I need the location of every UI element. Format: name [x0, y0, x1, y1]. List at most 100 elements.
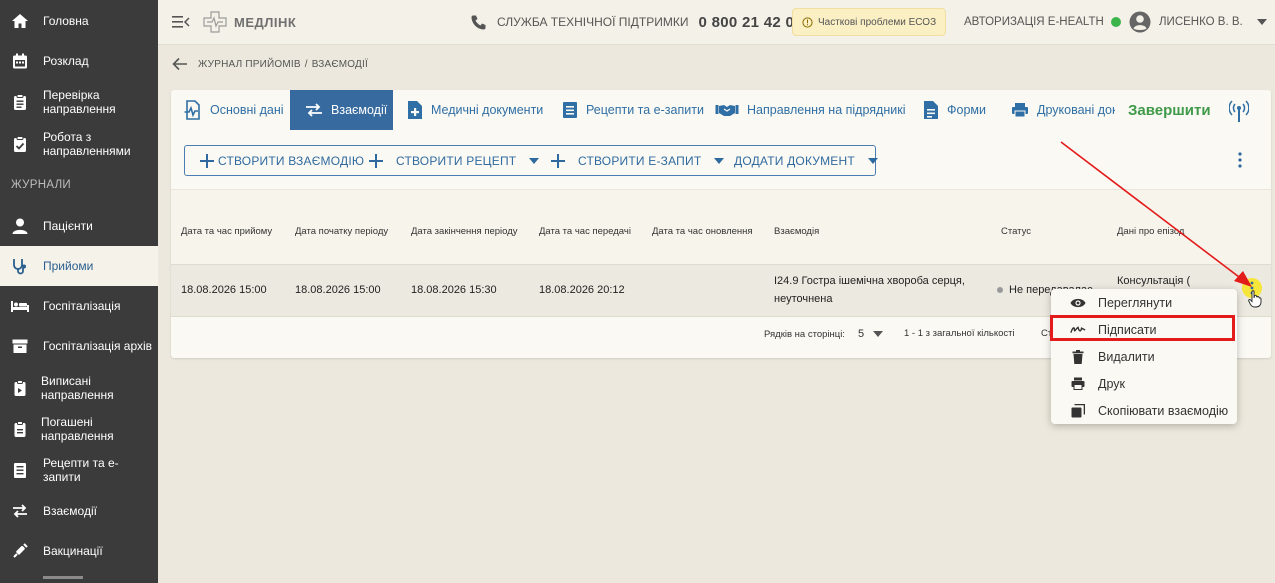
bed-icon [10, 296, 30, 316]
mouse-cursor [1248, 290, 1262, 313]
broadcast-signal-icon [1228, 100, 1250, 122]
back-arrow-icon[interactable] [172, 57, 188, 71]
sidebar-item-label: Виписані направлення [41, 374, 114, 402]
sidebar-item-referral-work[interactable]: Робота з направленнями [0, 126, 158, 162]
tab-label: Взаємодії [331, 103, 388, 117]
chevron-down-icon [714, 157, 725, 164]
sidebar-item-home[interactable]: Головна [0, 5, 158, 37]
sidebar-item-visits[interactable]: Прийоми [0, 246, 158, 286]
menu-item-delete[interactable]: Видалити [1051, 343, 1237, 370]
column-header[interactable]: Дата та час прийому [181, 224, 272, 239]
ecoz-status[interactable]: Часткові проблеми ЕСОЗ [792, 0, 947, 44]
receipt-icon [562, 101, 578, 119]
create-prescription-button[interactable]: СТВОРИТИ РЕЦЕПТ [369, 146, 540, 175]
menu-item-print[interactable]: Друк [1051, 370, 1237, 397]
warning-badge[interactable]: Часткові проблеми ЕСОЗ [792, 8, 947, 36]
column-header[interactable]: Взаємодія [774, 224, 819, 239]
stethoscope-icon [10, 256, 30, 276]
user-name: ЛИСЕНКО В. В. [1159, 16, 1243, 28]
sidebar-item-label: Госпіталізація [43, 299, 121, 313]
highlight-box [1050, 315, 1235, 341]
menu-collapse-button[interactable] [172, 0, 190, 44]
column-header[interactable]: Дата та час оновлення [652, 224, 753, 239]
plus-icon [369, 153, 383, 168]
support-label: СЛУЖБА ТЕХНІЧНОЇ ПІДТРИМКИ [497, 15, 689, 29]
sidebar-item-schedule[interactable]: Розклад [0, 45, 158, 77]
tab-contractor-referrals[interactable]: Направлення на підрядників [715, 90, 905, 130]
sidebar-item-issued-referrals[interactable]: Виписані направлення [0, 370, 158, 406]
pagination-range: 1 - 1 з загальної кількості [904, 328, 1015, 339]
status-dot [997, 287, 1003, 293]
cell-period-end: 18.08.2026 15:30 [411, 284, 497, 296]
tab-interactions[interactable]: Взаємодії [290, 90, 393, 130]
logo-text: МЕДЛІНК [234, 14, 297, 30]
swap-icon [305, 102, 323, 118]
menu-item-label: Друк [1098, 376, 1125, 391]
add-document-button[interactable]: ДОДАТИ ДОКУМЕНТ [734, 146, 878, 175]
sidebar-item-vaccinations[interactable]: Вакцинації [0, 535, 158, 567]
menu-item-label: Видалити [1098, 349, 1155, 364]
tab-label: Основні дані [210, 103, 284, 117]
copy-icon [1070, 403, 1086, 419]
chevron-down-icon[interactable] [873, 331, 884, 337]
tab-prescriptions[interactable]: Рецепти та е-запити [562, 90, 705, 130]
clipboard-list-icon [10, 134, 30, 154]
ehealth-status-dot [1110, 17, 1121, 27]
rows-per-page-select[interactable]: 5 [858, 328, 864, 340]
action-bar: СТВОРИТИ ВЗАЄМОДІЮ СТВОРИТИ РЕЦЕПТ СТВОР… [184, 145, 878, 176]
avatar-icon [1129, 11, 1151, 33]
cell-period-start: 18.08.2026 15:00 [295, 284, 381, 296]
sidebar-item-redeemed-referrals[interactable]: Погашені направлення [0, 411, 158, 447]
ehealth-label: АВТОРИЗАЦІЯ E-HEALTH [964, 16, 1104, 28]
menu-item-copy[interactable]: Скопіювати взаємодію [1051, 397, 1237, 424]
finish-button[interactable]: Завершити [1128, 90, 1211, 130]
table-header: Дата та час прийому Дата початку періоду… [171, 189, 1271, 265]
sidebar-item-prescriptions[interactable]: Рецепти та е-запити [0, 452, 158, 488]
column-header[interactable]: Дата та час передачі [539, 224, 631, 239]
app-logo[interactable]: МЕДЛІНК [202, 0, 296, 44]
sidebar-item-interactions[interactable]: Взаємодії [0, 495, 158, 527]
support-phone[interactable]: 0 800 21 42 00 [698, 14, 802, 31]
breadcrumb-parent[interactable]: ЖУРНАЛ ПРИЙОМІВ [198, 59, 301, 70]
column-header[interactable]: Статус [1001, 224, 1031, 239]
chevron-down-icon [529, 157, 540, 164]
printer-icon [1070, 376, 1086, 392]
action-label: ДОДАТИ ДОКУМЕНТ [734, 153, 855, 168]
column-header[interactable]: Дата закінчення періоду [411, 224, 521, 239]
trash-icon [1070, 349, 1086, 365]
hand-pointer-icon [1248, 290, 1262, 308]
sidebar-item-patients[interactable]: Пацієнти [0, 210, 158, 242]
tab-forms[interactable]: Форми [923, 90, 1003, 130]
user-menu[interactable]: ЛИСЕНКО В. В. [1129, 0, 1267, 44]
sidebar-item-hospitalization-archive[interactable]: Госпіталізація архів [0, 330, 158, 362]
breadcrumb: ЖУРНАЛ ПРИЙОМІВ / ВЗАЄМОДІЇ [172, 55, 368, 73]
eye-icon [1070, 295, 1086, 311]
calendar-icon [10, 51, 30, 71]
more-vertical-icon [1238, 152, 1242, 168]
sidebar-item-hospitalization[interactable]: Госпіталізація [0, 290, 158, 322]
chevron-down-icon [867, 157, 878, 164]
syringe-icon [10, 541, 30, 561]
column-header[interactable]: Дата початку періоду [295, 224, 388, 239]
signal-button[interactable] [1228, 99, 1250, 128]
tab-bar: Основні дані Взаємодії Медичні документи… [171, 90, 1271, 130]
tab-main-data[interactable]: Основні дані [184, 90, 296, 130]
create-erequest-button[interactable]: СТВОРИТИ Е-ЗАПИТ [551, 146, 725, 175]
menu-item-label: Скопіювати взаємодію [1098, 403, 1229, 418]
column-header[interactable]: Дані про епізод [1117, 224, 1184, 239]
ehealth-status[interactable]: АВТОРИЗАЦІЯ E-HEALTH [964, 0, 1121, 44]
tab-medical-documents[interactable]: Медичні документи [407, 90, 552, 130]
sidebar-item-label: Перевірка направлення [43, 88, 116, 116]
sidebar-section-journals: ЖУРНАЛИ [11, 179, 71, 191]
chevron-down-icon [1256, 19, 1267, 25]
menu-item-view[interactable]: Переглянути [1051, 289, 1237, 316]
create-interaction-button[interactable]: СТВОРИТИ ВЗАЄМОДІЮ [200, 146, 364, 175]
archive-icon [10, 336, 30, 356]
sidebar-item-label: Пацієнти [43, 219, 93, 233]
sidebar-item-label: Робота з направленнями [43, 130, 131, 158]
clipboard-check-icon [10, 92, 30, 112]
tab-printed-documents[interactable]: Друковані документи [1011, 90, 1115, 130]
more-options-button[interactable] [1237, 152, 1243, 173]
cell-episode: Консультація ( [1117, 275, 1191, 287]
sidebar-item-referral-check[interactable]: Перевірка направлення [0, 84, 158, 120]
